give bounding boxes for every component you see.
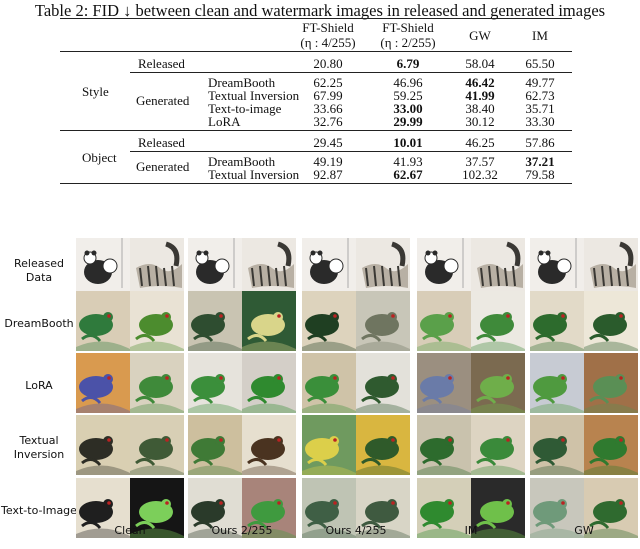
thumbnail-image <box>242 291 296 351</box>
partial-rule <box>130 151 572 152</box>
group-label: Object <box>82 149 117 165</box>
table-cell: 57.86 <box>525 135 555 150</box>
table-cell: 92.87 <box>313 167 343 182</box>
table-cell: 102.32 <box>462 167 498 182</box>
table-cell: 29.45 <box>313 135 343 150</box>
table-cell: 29.99 <box>393 114 423 129</box>
thumbnail-image <box>584 353 638 413</box>
thumbnail-image <box>188 415 242 475</box>
thumbnail-image <box>130 415 184 475</box>
table-cell: 20.80 <box>313 56 343 71</box>
header-ftshield-4: FT-Shield (η : 4/255) <box>300 20 356 50</box>
row-label-method: LoRA <box>208 114 241 129</box>
thumbnail-image <box>188 238 242 292</box>
row-label: DreamBooth <box>4 317 74 330</box>
row-label: Text-to-Image <box>1 504 77 517</box>
column-label: Ours 2/255 <box>211 524 273 537</box>
table-cell: 79.58 <box>525 167 555 182</box>
group-label: Style <box>82 83 109 99</box>
thumbnail-image <box>302 353 356 413</box>
thumbnail-image <box>130 353 184 413</box>
table-cell: 10.01 <box>393 135 423 150</box>
header-ftshield-2: FT-Shield (η : 2/255) <box>380 20 436 50</box>
thumbnail-image <box>302 415 356 475</box>
table-cell: 65.50 <box>525 56 555 71</box>
thumbnail-image <box>130 238 184 292</box>
thumbnail-image <box>302 238 356 292</box>
thumbnail-image <box>417 238 471 292</box>
thumbnail-image <box>530 238 584 292</box>
column-label: GW <box>574 524 594 537</box>
header-rule <box>60 51 572 52</box>
column-label: Ours 4/255 <box>325 524 387 537</box>
thumbnail-image <box>356 353 410 413</box>
thumbnail-image <box>302 291 356 351</box>
row-label-method: Textual Inversion <box>208 167 300 182</box>
group-rule <box>60 130 572 131</box>
header-im: IM <box>532 28 548 43</box>
thumbnail-image <box>76 415 130 475</box>
row-label: Textual Inversion <box>13 434 65 461</box>
thumbnail-image <box>471 415 525 475</box>
thumbnail-image <box>242 415 296 475</box>
thumbnail-image <box>417 353 471 413</box>
thumbnail-image <box>471 238 525 292</box>
table-cell: 58.04 <box>465 56 495 71</box>
table-cell: 30.12 <box>465 114 495 129</box>
column-label: IM <box>464 524 478 537</box>
thumbnail-image <box>417 415 471 475</box>
row-label-generated: Generated <box>136 159 190 174</box>
thumbnail-image <box>417 291 471 351</box>
thumbnail-image <box>471 291 525 351</box>
column-label: Clean <box>114 524 146 537</box>
thumbnail-image <box>584 238 638 292</box>
thumbnail-image <box>76 238 130 292</box>
thumbnail-image <box>584 291 638 351</box>
row-label-generated: Generated <box>136 93 190 108</box>
thumbnail-image <box>530 415 584 475</box>
table-cell: 62.67 <box>393 167 423 182</box>
thumbnail-image <box>356 291 410 351</box>
thumbnail-image <box>356 238 410 292</box>
thumbnail-image <box>530 353 584 413</box>
qualitative-figure: Released Data DreamBooth LoRA Textual Inversi… <box>0 225 640 549</box>
row-label-released: Released <box>138 135 185 150</box>
header-gw: GW <box>469 28 491 43</box>
table-cell: 32.76 <box>313 114 343 129</box>
bottom-rule <box>60 183 572 185</box>
thumbnail-image <box>76 291 130 351</box>
table-cell: 6.79 <box>396 56 420 71</box>
thumbnail-image <box>356 415 410 475</box>
row-label: Released Data <box>14 257 64 284</box>
thumbnail-image <box>188 291 242 351</box>
row-label-released: Released <box>138 56 185 71</box>
thumbnail-image <box>188 353 242 413</box>
thumbnail-image <box>242 238 296 292</box>
thumbnail-image <box>76 353 130 413</box>
table-cell: 46.25 <box>465 135 495 150</box>
table-cell: 33.30 <box>525 114 555 129</box>
thumbnail-image <box>584 415 638 475</box>
thumbnail-image <box>530 291 584 351</box>
thumbnail-image <box>471 353 525 413</box>
thumbnail-image <box>242 353 296 413</box>
partial-rule <box>130 72 572 73</box>
thumbnail-image <box>130 291 184 351</box>
row-label: LoRA <box>25 379 53 392</box>
